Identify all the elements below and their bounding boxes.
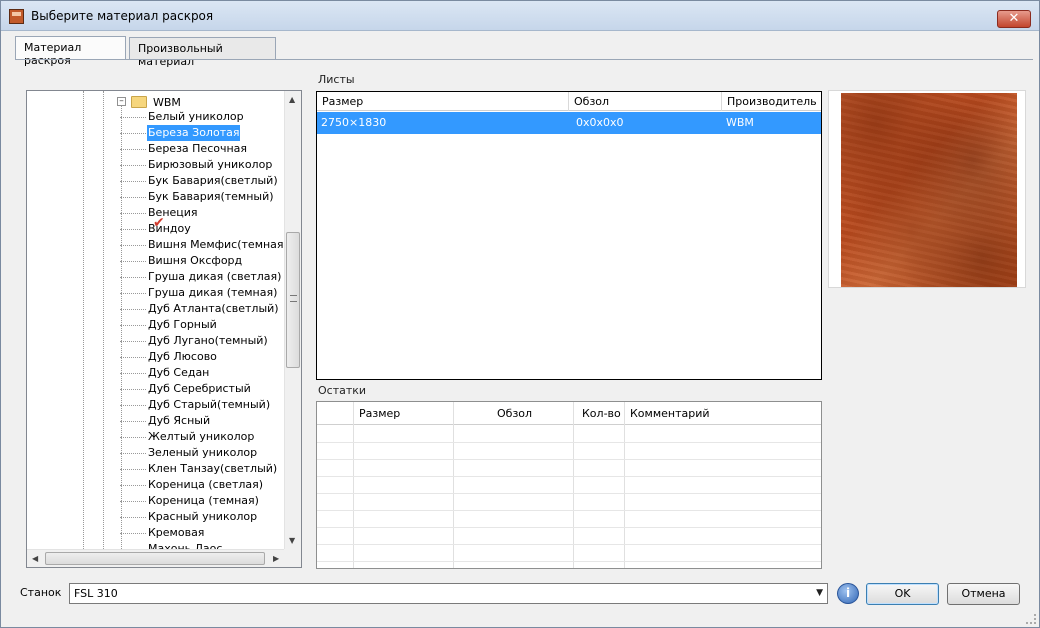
tree-horizontal-scrollbar[interactable]: ◀ ▶ <box>27 549 285 567</box>
column-size[interactable]: Размер <box>317 92 569 111</box>
title-bar: Выберите материал раскроя ✕ <box>1 1 1039 31</box>
tree-item[interactable]: Дуб Люсово <box>120 349 218 365</box>
table-row[interactable] <box>317 528 821 545</box>
tree-item[interactable]: Махонь Лаос <box>147 541 223 549</box>
tree-item[interactable]: Дуб Серебристый <box>120 381 252 397</box>
machine-value: FSL 310 <box>74 587 118 600</box>
table-row[interactable] <box>317 477 821 494</box>
table-row[interactable] <box>317 460 821 477</box>
column-quantity[interactable]: Кол-во <box>582 402 621 425</box>
tree-item[interactable]: Вишня Оксфорд <box>119 253 243 269</box>
tree-item[interactable]: Дуб Ясный <box>119 413 211 429</box>
tree-item[interactable]: Венеция <box>120 205 199 221</box>
scroll-up-icon[interactable]: ▲ <box>289 95 295 104</box>
table-row[interactable] <box>317 545 821 562</box>
tree-item[interactable]: Кореница (темная) <box>120 493 260 509</box>
window-title: Выберите материал раскроя <box>31 9 214 23</box>
table-row[interactable] <box>317 426 821 443</box>
info-button[interactable]: i <box>837 583 859 604</box>
tree-item[interactable]: Груша дикая (темная) <box>119 285 278 301</box>
grip-icon <box>290 295 297 302</box>
tab-cutting-material[interactable]: Материал раскроя <box>15 36 126 67</box>
horizontal-scroll-thumb[interactable] <box>45 552 265 565</box>
collapse-icon[interactable]: – <box>117 97 126 106</box>
close-button[interactable]: ✕ <box>997 10 1031 28</box>
tree-item[interactable]: Дуб Старый(темный) <box>119 397 271 413</box>
sheets-table[interactable]: Размер Обзол Производитель 2750×1830 0x0… <box>316 91 822 380</box>
tree-guide <box>103 91 104 549</box>
tree-item[interactable]: Бирюзовый уникoлор <box>119 157 273 173</box>
vertical-scroll-thumb[interactable] <box>286 232 300 368</box>
column-manufacturer[interactable]: Производитель <box>722 92 821 111</box>
cell-edge: 0x0x0x0 <box>576 116 624 129</box>
tree-item[interactable]: Береза Золотая <box>119 125 241 141</box>
tree-item[interactable]: Дуб Атланта(светлый) <box>120 301 280 317</box>
column-edge[interactable]: Обзол <box>569 92 722 111</box>
cancel-button[interactable]: Отмена <box>947 583 1020 605</box>
table-row[interactable] <box>317 511 821 528</box>
tab-custom-material[interactable]: Произвольный материал <box>129 37 276 68</box>
remnants-label: Остатки <box>318 384 367 397</box>
scroll-down-icon[interactable]: ▼ <box>289 536 295 545</box>
machine-select[interactable]: FSL 310 ▼ <box>69 583 828 604</box>
sheets-header: Размер Обзол Производитель <box>317 92 821 111</box>
tree-item[interactable]: Желтый уникoлор <box>119 429 255 445</box>
tree-item[interactable]: Кореница (светлая) <box>119 477 264 493</box>
scroll-left-icon[interactable]: ◀ <box>32 554 38 563</box>
column-size[interactable]: Размер <box>359 402 400 425</box>
table-row[interactable] <box>317 443 821 460</box>
tab-divider <box>15 59 1033 60</box>
tree-item[interactable]: Дуб Горный <box>120 317 218 333</box>
material-preview <box>828 90 1026 288</box>
tree-vertical-scrollbar[interactable]: ▲ ▼ <box>284 91 301 549</box>
table-row[interactable]: 2750×1830 0x0x0x0 WBM <box>317 112 821 134</box>
tree-item[interactable]: Кремовая <box>119 525 205 541</box>
tree-guide <box>121 103 122 549</box>
sheets-label: Листы <box>318 73 355 86</box>
tree-item[interactable]: Береза Песочная <box>119 141 248 157</box>
tree-item[interactable]: Дуб Седан <box>119 365 210 381</box>
tree-content: – WBM ✔ Белый уникoлор Береза Золотая Бере… <box>27 91 285 549</box>
folder-label: WBM <box>153 96 181 109</box>
tree-item[interactable]: Груша дикая (светлая) <box>119 269 282 285</box>
tree-item[interactable]: Виндоу <box>120 221 192 237</box>
tree-item[interactable]: Вишня Мемфис(темная) <box>120 237 285 253</box>
scroll-right-icon[interactable]: ▶ <box>273 554 279 563</box>
app-icon <box>9 9 24 24</box>
tree-item[interactable]: Бук Бавария(светлый) <box>120 173 279 189</box>
folder-icon <box>131 96 147 108</box>
tree-item[interactable]: Красный уникoлор <box>119 509 258 525</box>
wood-texture-image <box>841 93 1017 287</box>
resize-grip-icon[interactable] <box>1026 614 1036 624</box>
column-edge[interactable]: Обзол <box>497 402 532 425</box>
cell-manufacturer: WBM <box>726 116 754 129</box>
scroll-corner <box>284 549 301 567</box>
tree-item[interactable]: Бук Бавария(темный) <box>120 189 275 205</box>
tree-item[interactable]: Зеленый уникoлор <box>119 445 258 461</box>
remnants-header: Размер Обзол Кол-во Комментарий <box>317 402 821 425</box>
dialog-window: Выберите материал раскроя ✕ Материал рас… <box>0 0 1040 628</box>
cell-size: 2750×1830 <box>321 116 387 129</box>
machine-label: Станок <box>20 586 62 599</box>
tree-item[interactable]: Дуб Лугано(темный) <box>120 333 269 349</box>
material-tree[interactable]: – WBM ✔ Белый уникoлор Береза Золотая Бере… <box>26 90 302 568</box>
remnants-table[interactable]: Размер Обзол Кол-во Комментарий <box>316 401 822 569</box>
tree-item[interactable]: Белый уникoлор <box>120 109 245 125</box>
chevron-down-icon[interactable]: ▼ <box>816 588 823 598</box>
column-comment[interactable]: Комментарий <box>630 402 710 425</box>
tree-item[interactable]: Клен Танзау(светлый) <box>119 461 278 477</box>
table-row[interactable] <box>317 494 821 511</box>
ok-button[interactable]: OK <box>866 583 939 605</box>
tree-guide <box>83 91 84 549</box>
